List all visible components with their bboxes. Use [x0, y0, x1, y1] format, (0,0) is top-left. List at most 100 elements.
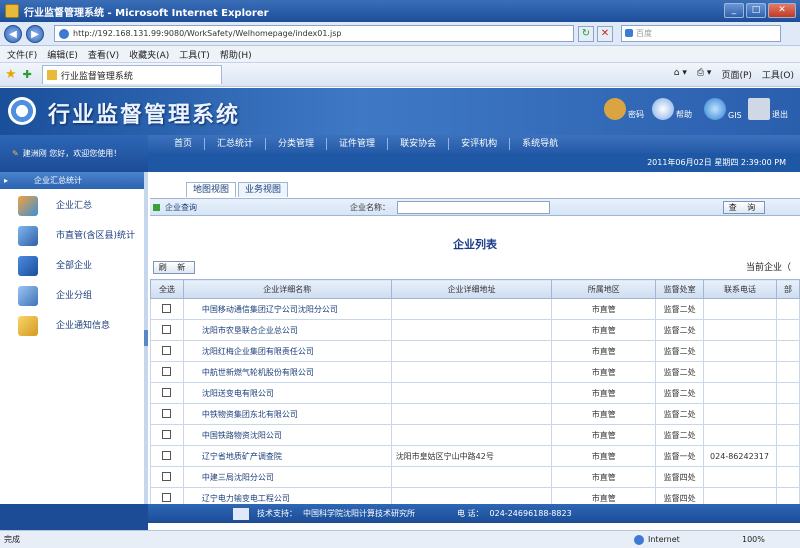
menu-edit[interactable]: 编辑(E) [47, 48, 78, 61]
company-name-cell[interactable]: 中国移动通信集团辽宁公司沈阳分公司 [182, 298, 392, 320]
company-name-cell[interactable]: 沈阳市农垦联合企业总公司 [182, 319, 392, 341]
row-checkbox[interactable] [150, 403, 184, 425]
table-row[interactable]: 中建三局沈阳分公司 市直管 监督四处 [150, 466, 800, 488]
company-name-input[interactable] [397, 201, 550, 214]
row-checkbox[interactable] [150, 319, 184, 341]
company-name-cell[interactable]: 沈阳送变电有限公司 [182, 382, 392, 404]
sidebar-item-summary[interactable]: 企业汇总 [0, 191, 147, 221]
row-checkbox[interactable] [150, 445, 184, 467]
extra-cell [776, 403, 800, 425]
extra-cell [776, 466, 800, 488]
query-button[interactable]: 查 询 [723, 201, 765, 214]
gis-button[interactable]: GIS [704, 98, 742, 120]
company-name-label: 企业名称： [350, 202, 390, 212]
current-company-label: 当前企业（ [746, 263, 792, 273]
nav-home[interactable]: 首页 [148, 138, 206, 150]
company-address-cell [390, 340, 553, 362]
sidebar-item-city-stats[interactable]: 市直管(含区县)统计 [0, 221, 147, 251]
checkbox[interactable] [162, 324, 172, 334]
query-icon [153, 203, 160, 211]
back-button[interactable]: ◀ [4, 24, 22, 43]
table-row[interactable]: 辽宁电力输变电工程公司 市直管 监督四处 [150, 487, 800, 504]
window-titlebar: 行业监督管理系统 - Microsoft Internet Explorer _… [0, 0, 800, 22]
table-row[interactable]: 中铁物资集团东北有限公司 市直管 监督二处 [150, 403, 800, 425]
checkbox[interactable] [162, 366, 172, 376]
checkbox[interactable] [162, 492, 172, 502]
company-name-cell[interactable]: 中建三局沈阳分公司 [182, 466, 392, 488]
home-icon[interactable]: ⌂ ▾ [674, 68, 687, 81]
refresh-icon[interactable]: ↻ [578, 25, 594, 42]
row-checkbox[interactable] [150, 298, 184, 320]
sidebar-item-notices[interactable]: 企业通知信息 [0, 311, 147, 341]
sidebar-item-groups[interactable]: 企业分组 [0, 281, 147, 311]
checkbox[interactable] [162, 408, 172, 418]
nav-system[interactable]: 系统导航 [510, 138, 570, 150]
row-checkbox[interactable] [150, 487, 184, 504]
menu-favorites[interactable]: 收藏夹(A) [129, 48, 169, 61]
col-select-all[interactable]: 全选 [150, 279, 184, 299]
table-row[interactable]: 辽宁省地质矿产调查院 沈阳市皇姑区宁山中路42号 市直管 监督一处 024-862423… [150, 445, 800, 467]
help-icon [652, 98, 674, 120]
exit-button[interactable]: 退出 [748, 98, 788, 120]
table-row[interactable]: 沈阳红梅企业集团有限责任公司 市直管 监督二处 [150, 340, 800, 362]
sidebar-item-all-companies[interactable]: 全部企业 [0, 251, 147, 281]
url-input[interactable]: http://192.168.131.99:9080/WorkSafety/We… [54, 25, 574, 42]
favorites-star-icon[interactable]: ★ [5, 67, 17, 82]
splitter-handle[interactable] [144, 330, 148, 346]
table-row[interactable]: 中航世新燃气轮机股份有限公司 市直管 监督二处 [150, 361, 800, 383]
company-name-cell[interactable]: 中航世新燃气轮机股份有限公司 [182, 361, 392, 383]
checkbox[interactable] [162, 345, 172, 355]
stop-icon[interactable]: ✕ [597, 25, 613, 42]
table-row[interactable]: 沈阳送变电有限公司 市直管 监督二处 [150, 382, 800, 404]
table-row[interactable]: 中国铁路物资沈阳公司 市直管 监督二处 [150, 424, 800, 446]
search-input[interactable]: 百度 [621, 25, 781, 42]
company-name-cell[interactable]: 中国铁路物资沈阳公司 [182, 424, 392, 446]
menu-help[interactable]: 帮助(H) [220, 48, 252, 61]
minimize-button[interactable]: _ [724, 3, 744, 18]
company-name-cell[interactable]: 辽宁省地质矿产调查院 [182, 445, 392, 467]
date-display: 2011年06月02日 星期四 2:39:00 PM [148, 153, 800, 172]
print-icon[interactable]: ⎙ ▾ [697, 68, 712, 81]
forward-button[interactable]: ▶ [26, 24, 44, 43]
nav-certificates[interactable]: 证件管理 [327, 138, 389, 150]
row-checkbox[interactable] [150, 382, 184, 404]
row-checkbox[interactable] [150, 424, 184, 446]
tools-menu[interactable]: 工具(O) [762, 68, 794, 81]
nav-summary[interactable]: 汇总统计 [205, 138, 267, 150]
col-name: 企业详细名称 [182, 279, 392, 299]
zoom-control[interactable]: 100% [742, 535, 765, 544]
password-button[interactable]: 密码 [604, 98, 644, 120]
checkbox[interactable] [162, 303, 172, 313]
add-favorite-icon[interactable]: ✚ [23, 68, 32, 81]
tab-map-view[interactable]: 地图视图 [186, 182, 237, 197]
tab-business-view[interactable]: 业务视图 [238, 182, 289, 197]
checkbox[interactable] [162, 471, 172, 481]
table-row[interactable]: 沈阳市农垦联合企业总公司 市直管 监督二处 [150, 319, 800, 341]
help-button[interactable]: 帮助 [652, 98, 692, 120]
row-checkbox[interactable] [150, 466, 184, 488]
company-name-cell[interactable]: 中铁物资集团东北有限公司 [182, 403, 392, 425]
checkbox[interactable] [162, 387, 172, 397]
menu-tools[interactable]: 工具(T) [179, 48, 210, 61]
browser-tab[interactable]: 行业监督管理系统 [41, 65, 222, 84]
nav-category[interactable]: 分类管理 [266, 138, 328, 150]
row-checkbox[interactable] [150, 361, 184, 383]
checkbox[interactable] [162, 429, 172, 439]
nav-association[interactable]: 联安协会 [388, 138, 450, 150]
table-row[interactable]: 中国移动通信集团辽宁公司沈阳分公司 市直管 监督二处 [150, 298, 800, 320]
menu-file[interactable]: 文件(F) [7, 48, 37, 61]
company-name-cell[interactable]: 辽宁电力输变电工程公司 [182, 487, 392, 504]
extra-cell [776, 382, 800, 404]
page-menu[interactable]: 页面(P) [721, 68, 751, 81]
refresh-button[interactable]: 刷 新 [153, 261, 195, 274]
company-name-cell[interactable]: 沈阳红梅企业集团有限责任公司 [182, 340, 392, 362]
menu-view[interactable]: 查看(V) [88, 48, 119, 61]
checkbox[interactable] [162, 450, 172, 460]
company-address-cell [390, 319, 553, 341]
phone-cell [703, 382, 778, 404]
row-checkbox[interactable] [150, 340, 184, 362]
sidebar-header[interactable]: ▸ 企业汇总统计 [0, 172, 147, 189]
close-button[interactable]: ✕ [768, 3, 796, 18]
maximize-button[interactable]: □ [746, 3, 766, 18]
nav-agencies[interactable]: 安评机构 [449, 138, 511, 150]
